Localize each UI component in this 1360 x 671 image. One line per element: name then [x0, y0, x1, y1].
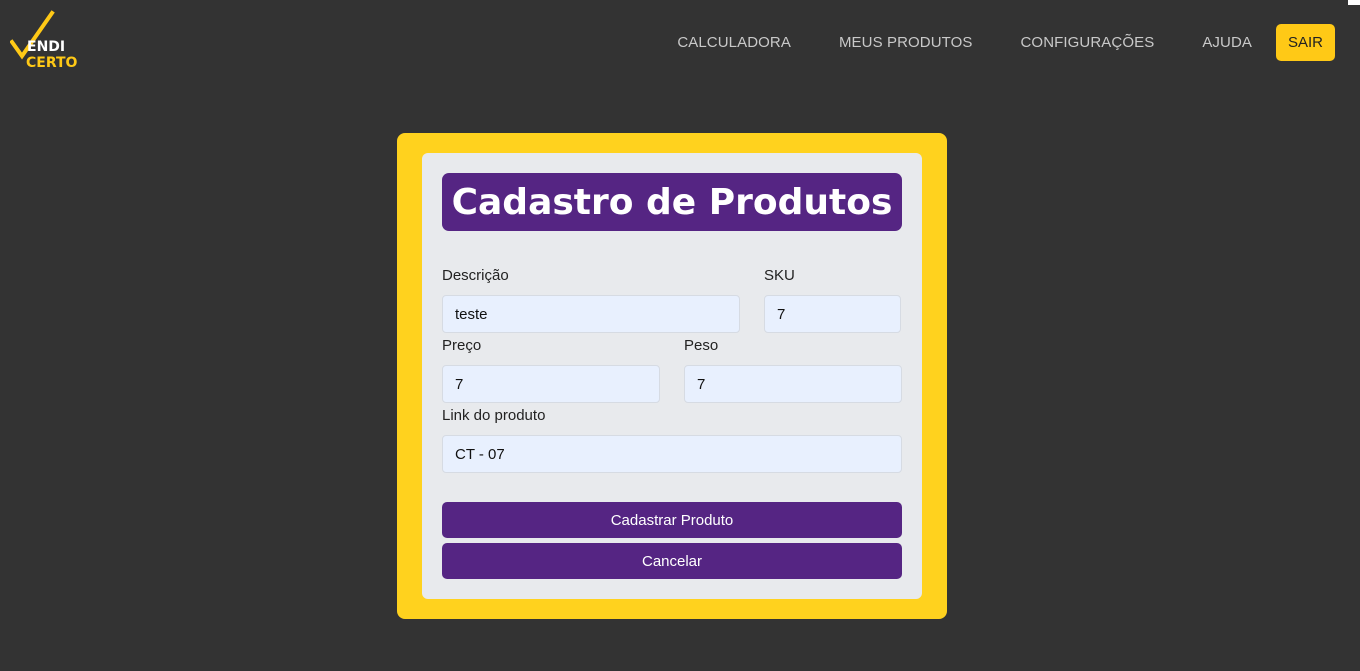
- preco-label: Preço: [442, 337, 482, 354]
- peso-input[interactable]: [684, 365, 902, 403]
- product-form-panel: Cadastro de Produtos Descrição SKU Preço…: [422, 153, 922, 599]
- sku-input[interactable]: [764, 295, 901, 333]
- corner-mark: [1348, 0, 1360, 5]
- nav-link-calculadora[interactable]: CALCULADORA: [677, 24, 791, 61]
- product-form-card: Cadastro de Produtos Descrição SKU Preço…: [397, 133, 947, 619]
- sku-label: SKU: [764, 267, 795, 284]
- logo-text-certo: CERTO: [26, 55, 78, 71]
- cadastrar-produto-button[interactable]: Cadastrar Produto: [442, 502, 902, 538]
- peso-label: Peso: [684, 337, 719, 354]
- nav-link-configuracoes[interactable]: CONFIGURAÇÕES: [1021, 24, 1155, 61]
- logo-text-vendi: ENDI: [27, 39, 66, 55]
- nav-link-ajuda[interactable]: AJUDA: [1202, 24, 1252, 61]
- logout-button[interactable]: SAIR: [1276, 24, 1335, 61]
- top-nav: CALCULADORA MEUS PRODUTOS CONFIGURAÇÕES …: [677, 24, 1335, 61]
- descricao-input[interactable]: [442, 295, 740, 333]
- link-label: Link do produto: [442, 407, 546, 424]
- link-input[interactable]: [442, 435, 902, 473]
- cancelar-button[interactable]: Cancelar: [442, 543, 902, 579]
- descricao-label: Descrição: [442, 267, 509, 284]
- form-title: Cadastro de Produtos: [442, 173, 902, 231]
- nav-link-meus-produtos[interactable]: MEUS PRODUTOS: [839, 24, 973, 61]
- logo[interactable]: ENDI CERTO: [10, 10, 90, 74]
- page: ENDI CERTO CALCULADORA MEUS PRODUTOS CON…: [0, 0, 1360, 671]
- preco-input[interactable]: [442, 365, 660, 403]
